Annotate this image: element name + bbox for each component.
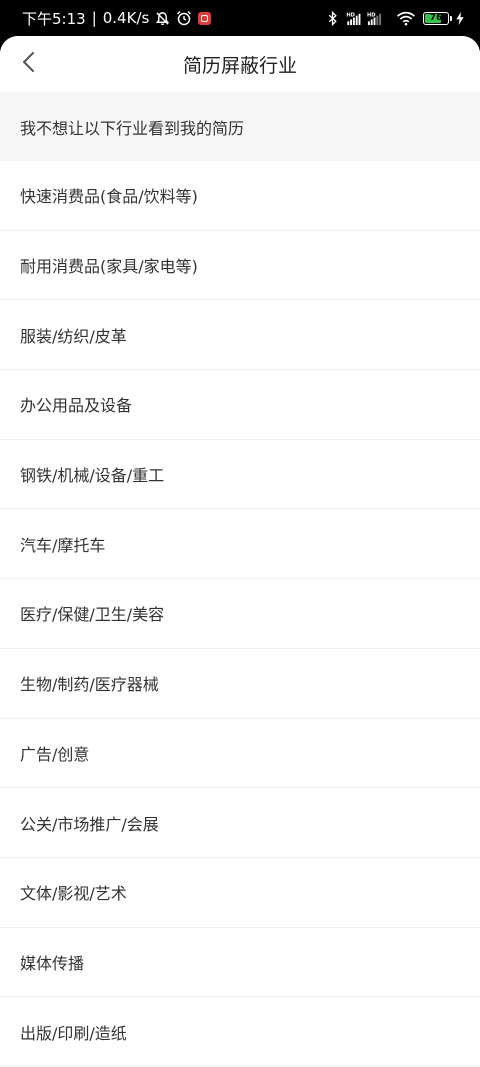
charging-icon (456, 11, 464, 25)
back-button[interactable] (12, 48, 44, 80)
industry-item[interactable]: 办公用品及设备 (0, 370, 480, 440)
industry-item[interactable]: 文体/影视/艺术 (0, 858, 480, 928)
industry-item[interactable]: 汽车/摩托车 (0, 509, 480, 580)
chevron-left-icon (21, 51, 35, 77)
battery-level: 76 (429, 13, 443, 23)
mute-icon (155, 11, 170, 26)
industry-item[interactable]: 媒体传播 (0, 928, 480, 998)
status-bar-left: 下午5:13 | 0.4K/s (22, 8, 212, 29)
battery-icon: 76 (423, 11, 452, 25)
industry-item[interactable]: 广告/创意 (0, 719, 480, 789)
status-separator: | (91, 9, 97, 27)
industry-item[interactable]: 耐用消费品(家具/家电等) (0, 231, 480, 301)
industry-list: 快速消费品(食品/饮料等) 耐用消费品(家具/家电等) 服装/纺织/皮革 办公用… (0, 161, 480, 1067)
industry-item[interactable]: 出版/印刷/造纸 (0, 997, 480, 1067)
net-speed: 0.4K/s (102, 9, 150, 27)
industry-item[interactable]: 生物/制药/医疗器械 (0, 649, 480, 719)
industry-item[interactable]: 服装/纺织/皮革 (0, 300, 480, 371)
screen: 下午5:13 | 0.4K/s HD HD 76 简历屏蔽行业 我不想让以下行业… (0, 0, 480, 1067)
status-bar-right: HD HD 76 (328, 10, 464, 26)
section-note: 我不想让以下行业看到我的简历 (0, 92, 480, 161)
nav-bar: 简历屏蔽行业 (0, 36, 480, 92)
main-panel: 简历屏蔽行业 我不想让以下行业看到我的简历 快速消费品(食品/饮料等) 耐用消费… (0, 36, 480, 1067)
app-notification-icon (198, 11, 212, 25)
bluetooth-icon (328, 10, 338, 26)
alarm-icon (176, 10, 192, 26)
industry-item[interactable]: 医疗/保健/卫生/美容 (0, 579, 480, 649)
industry-item[interactable]: 快速消费品(食品/饮料等) (0, 161, 480, 231)
industry-item[interactable]: 钢铁/机械/设备/重工 (0, 440, 480, 510)
status-bar: 下午5:13 | 0.4K/s HD HD 76 (0, 0, 480, 36)
page-title: 简历屏蔽行业 (182, 54, 297, 77)
hd-signal-icon: HD HD (345, 11, 389, 26)
wifi-icon (396, 11, 416, 26)
status-time: 下午5:13 (22, 9, 86, 28)
industry-item[interactable]: 公关/市场推广/会展 (0, 788, 480, 858)
